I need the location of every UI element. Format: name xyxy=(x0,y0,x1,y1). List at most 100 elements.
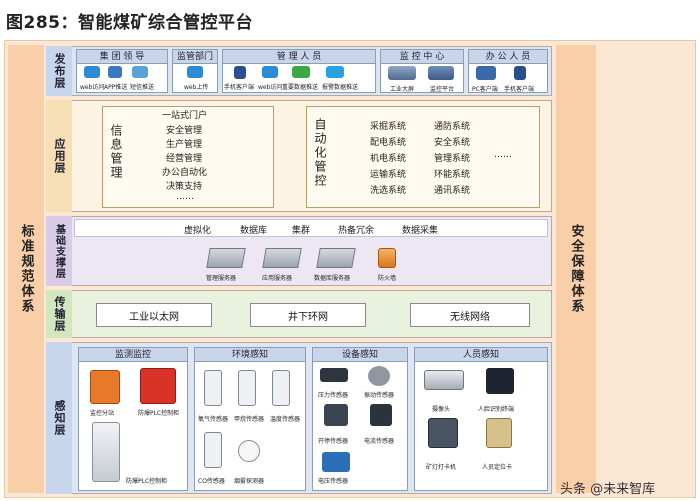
item-label: web访问 xyxy=(80,84,105,91)
temperature-sensor-icon xyxy=(272,370,290,406)
alert-icon xyxy=(326,66,344,78)
item-label: CO传感器 xyxy=(198,478,225,485)
item-label: 氧气传感器 xyxy=(198,416,229,423)
group-title: 人员感知 xyxy=(415,348,547,362)
info-item: …… xyxy=(176,192,194,202)
group-title: 环境感知 xyxy=(195,348,305,362)
methane-sensor-icon xyxy=(238,370,256,406)
server-icon xyxy=(206,248,246,268)
server-icon xyxy=(262,248,302,268)
transport-wireless: 无线网络 xyxy=(410,303,530,327)
item-label: APP推送 xyxy=(104,84,128,91)
app-icon xyxy=(108,66,122,78)
auto-item: 环能系统 xyxy=(434,170,471,180)
plc-cabinet-icon xyxy=(140,368,176,404)
transport-ethernet: 工业以太网 xyxy=(96,303,212,327)
item-label: 压力传感器 xyxy=(318,392,349,399)
application-layer-label: 应用层 xyxy=(46,100,72,212)
group-title: 管 理 人 员 xyxy=(223,50,375,64)
support-layer-label: 基础支撑层 xyxy=(46,216,72,286)
device-label: 管理服务器 xyxy=(206,275,237,282)
group-title: 监管部门 xyxy=(173,50,217,64)
device-label: 应用服务器 xyxy=(262,275,293,282)
item-label: 监控分站 xyxy=(90,410,115,417)
group-title: 监测监控 xyxy=(79,348,187,362)
auto-more: …… xyxy=(494,150,512,160)
monitor-substation-icon xyxy=(90,370,120,404)
item-label: 报警数据推送 xyxy=(322,84,359,91)
auto-item: 安全系统 xyxy=(434,138,471,148)
item-label: 矿灯打卡机 xyxy=(426,464,457,471)
sensing-layer-label: 感知层 xyxy=(46,342,72,494)
web-upload-icon xyxy=(187,66,203,78)
watermark: 头条 @未来智库 xyxy=(560,482,656,497)
start-stop-sensor-icon xyxy=(324,404,348,426)
right-side-label: 安全保障体系 xyxy=(568,224,584,314)
pc-icon xyxy=(476,66,496,80)
info-item: 经营管理 xyxy=(166,154,203,164)
camera-icon xyxy=(424,370,464,390)
transport-layer-label: 传输层 xyxy=(46,290,72,338)
firewall-icon xyxy=(378,248,396,268)
support-item: 集群 xyxy=(292,226,311,236)
item-label: 振动传感器 xyxy=(364,392,395,399)
web-icon xyxy=(84,66,100,78)
mobile-icon xyxy=(514,66,526,80)
current-sensor-icon xyxy=(370,404,392,426)
item-label: 烟雾探测器 xyxy=(234,478,265,485)
info-item: 办公自动化 xyxy=(162,168,208,178)
lamp-clock-icon xyxy=(428,418,458,448)
auto-item: 机电系统 xyxy=(370,154,407,164)
group-title: 监 控 中 心 xyxy=(381,50,463,64)
big-screen-icon xyxy=(388,66,416,80)
voltage-sensor-icon xyxy=(322,452,350,472)
item-label: 短信推送 xyxy=(130,84,155,91)
left-side-label: 标准规范体系 xyxy=(18,224,34,314)
transport-ring-network: 井下环网 xyxy=(250,303,366,327)
plc-cabinet-icon xyxy=(92,422,120,482)
item-label: web上传 xyxy=(184,84,209,91)
item-label: 电流传感器 xyxy=(364,438,395,445)
auto-item: 通防系统 xyxy=(434,122,471,132)
item-label: 工业大屏 xyxy=(390,86,415,93)
info-item: 生产管理 xyxy=(166,140,203,150)
item-label: 开停传感器 xyxy=(318,438,349,445)
support-items-bar xyxy=(74,219,548,237)
vibration-sensor-icon xyxy=(368,366,390,386)
info-item: 安全管理 xyxy=(166,126,203,136)
item-label: 摄像头 xyxy=(432,406,451,413)
auto-item: 配电系统 xyxy=(370,138,407,148)
wechat-icon xyxy=(292,66,310,78)
support-item: 虚拟化 xyxy=(184,226,212,236)
item-label: 温度传感器 xyxy=(270,416,301,423)
group-title: 办 公 人 员 xyxy=(469,50,547,64)
auto-item: 管理系统 xyxy=(434,154,471,164)
device-label: 防火墙 xyxy=(378,275,397,282)
item-label: 人员定位卡 xyxy=(482,464,513,471)
item-label: PC客户端 xyxy=(472,86,498,93)
co-sensor-icon xyxy=(204,432,222,468)
info-item: 决策支持 xyxy=(166,182,203,192)
group-title: 集 团 领 导 xyxy=(77,50,167,64)
oxygen-sensor-icon xyxy=(204,370,222,406)
support-item: 数据库 xyxy=(240,226,268,236)
location-card-icon xyxy=(486,418,512,448)
group-title: 设备感知 xyxy=(313,348,407,362)
automation-title: 自动化管控 xyxy=(313,118,327,188)
device-label: 数据库服务器 xyxy=(314,275,351,282)
item-label: 手机客户端 xyxy=(504,86,535,93)
info-management-title: 信息管理 xyxy=(109,124,123,180)
item-label: 电压传感器 xyxy=(318,478,349,485)
figure-title: 图285：智能煤矿综合管控平台 xyxy=(6,13,253,33)
info-item: 一站式门户 xyxy=(162,111,208,121)
pressure-sensor-icon xyxy=(320,368,348,382)
item-label: 重要数据推送 xyxy=(282,84,319,91)
auto-item: 采掘系统 xyxy=(370,122,407,132)
auto-item: 洗选系统 xyxy=(370,186,407,196)
left-side-bar: 标准规范体系 xyxy=(8,45,44,493)
item-label: 甲烷传感器 xyxy=(234,416,265,423)
support-item: 热备冗余 xyxy=(338,226,375,236)
monitor-platform-icon xyxy=(428,66,454,80)
right-side-bar: 安全保障体系 xyxy=(556,45,596,493)
item-label: 防爆PLC控制柜 xyxy=(138,410,180,417)
